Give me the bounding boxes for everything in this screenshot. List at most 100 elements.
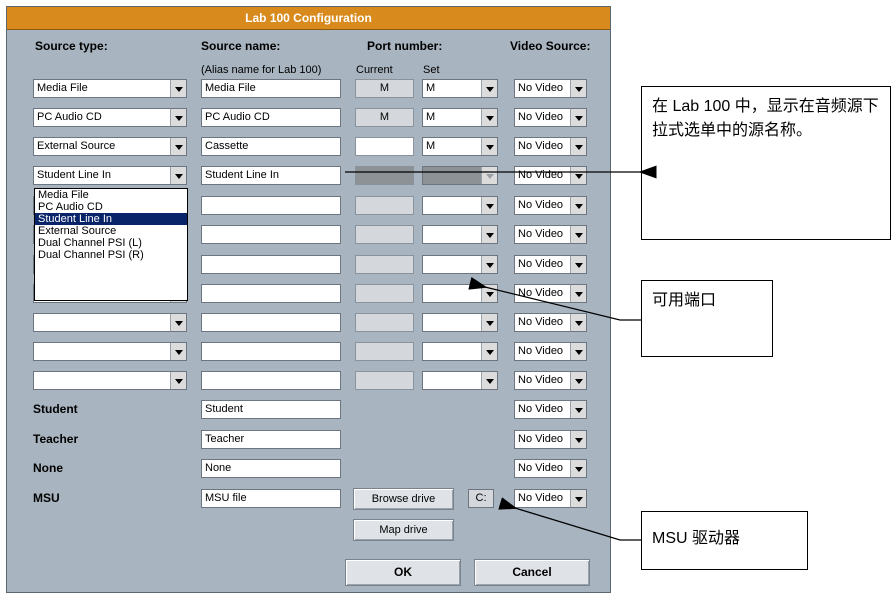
video-source-select[interactable]: No Video — [514, 108, 587, 127]
source-type-dropdown-list[interactable]: Media File PC Audio CD Student Line In E… — [34, 188, 188, 301]
ok-button[interactable]: OK — [345, 559, 461, 586]
map-drive-button[interactable]: Map drive — [353, 519, 454, 541]
source-name-input[interactable]: Cassette — [201, 137, 341, 156]
source-type-select[interactable]: Media File — [33, 79, 187, 98]
source-name-input[interactable]: Media File — [201, 79, 341, 98]
source-name-input[interactable] — [201, 255, 341, 274]
dropdown-option[interactable]: PC Audio CD — [35, 201, 187, 213]
port-set-select[interactable] — [422, 342, 498, 361]
video-source-select[interactable]: No Video — [514, 371, 587, 390]
video-source-select[interactable]: No Video — [514, 284, 587, 303]
chevron-down-icon[interactable] — [481, 109, 497, 126]
source-type-select[interactable]: External Source — [33, 137, 187, 156]
port-set-select[interactable] — [422, 166, 498, 185]
video-source-select[interactable]: No Video — [514, 313, 587, 332]
chevron-down-icon[interactable] — [570, 197, 586, 214]
source-type-select[interactable] — [33, 342, 187, 361]
video-source-value: No Video — [518, 228, 564, 240]
browse-drive-button[interactable]: Browse drive — [353, 488, 454, 510]
chevron-down-icon[interactable] — [481, 343, 497, 360]
port-set-select[interactable] — [422, 196, 498, 215]
dropdown-option-selected[interactable]: Student Line In — [35, 213, 187, 225]
source-name-input[interactable] — [201, 196, 341, 215]
dropdown-option[interactable]: Dual Channel PSI (R) — [35, 249, 187, 261]
chevron-down-icon[interactable] — [170, 80, 186, 97]
dropdown-option[interactable]: External Source — [35, 225, 187, 237]
video-source-select[interactable]: No Video — [514, 255, 587, 274]
chevron-down-icon[interactable] — [170, 138, 186, 155]
chevron-down-icon[interactable] — [570, 401, 586, 418]
chevron-down-icon[interactable] — [481, 372, 497, 389]
student-video-select[interactable]: No Video — [514, 400, 587, 419]
video-source-value: No Video — [518, 433, 564, 445]
source-type-select[interactable]: Student Line In — [33, 166, 187, 185]
chevron-down-icon[interactable] — [481, 197, 497, 214]
chevron-down-icon[interactable] — [481, 138, 497, 155]
teacher-video-select[interactable]: No Video — [514, 430, 587, 449]
chevron-down-icon[interactable] — [170, 343, 186, 360]
source-name-input[interactable] — [201, 313, 341, 332]
chevron-down-icon[interactable] — [570, 460, 586, 477]
teacher-name-input[interactable]: Teacher — [201, 430, 341, 449]
chevron-down-icon[interactable] — [570, 109, 586, 126]
chevron-down-icon[interactable] — [570, 138, 586, 155]
chevron-down-icon[interactable] — [570, 285, 586, 302]
port-set-select[interactable] — [422, 313, 498, 332]
port-set-select[interactable]: M — [422, 79, 498, 98]
chevron-down-icon[interactable] — [570, 256, 586, 273]
chevron-down-icon[interactable] — [570, 431, 586, 448]
port-set-select[interactable] — [422, 255, 498, 274]
chevron-down-icon[interactable] — [570, 167, 586, 184]
video-source-value: No Video — [518, 258, 564, 270]
source-name-input[interactable] — [201, 371, 341, 390]
chevron-down-icon[interactable] — [570, 226, 586, 243]
row-label-teacher: Teacher — [33, 432, 79, 446]
chevron-down-icon[interactable] — [570, 80, 586, 97]
source-type-select[interactable] — [33, 313, 187, 332]
chevron-down-icon[interactable] — [481, 256, 497, 273]
none-name-input[interactable]: None — [201, 459, 341, 478]
port-set-select[interactable] — [422, 225, 498, 244]
video-source-select[interactable]: No Video — [514, 166, 587, 185]
port-set-select[interactable]: M — [422, 137, 498, 156]
dropdown-option[interactable]: Dual Channel PSI (L) — [35, 237, 187, 249]
source-name-input[interactable] — [201, 225, 341, 244]
port-current — [355, 166, 414, 185]
video-source-select[interactable]: No Video — [514, 137, 587, 156]
chevron-down-icon[interactable] — [170, 109, 186, 126]
chevron-down-icon[interactable] — [570, 372, 586, 389]
video-source-select[interactable]: No Video — [514, 79, 587, 98]
video-source-select[interactable]: No Video — [514, 225, 587, 244]
port-set-select[interactable] — [422, 284, 498, 303]
chevron-down-icon[interactable] — [570, 314, 586, 331]
video-source-select[interactable]: No Video — [514, 342, 587, 361]
none-video-select[interactable]: No Video — [514, 459, 587, 478]
chevron-down-icon[interactable] — [570, 490, 586, 507]
port-set-select[interactable] — [422, 371, 498, 390]
source-name-input[interactable] — [201, 342, 341, 361]
chevron-down-icon[interactable] — [481, 80, 497, 97]
port-current — [355, 137, 414, 156]
source-name-input[interactable]: PC Audio CD — [201, 108, 341, 127]
chevron-down-icon[interactable] — [481, 285, 497, 302]
msu-video-select[interactable]: No Video — [514, 489, 587, 508]
msu-name-input[interactable]: MSU file — [201, 489, 341, 508]
chevron-down-icon[interactable] — [170, 167, 186, 184]
port-current — [355, 313, 414, 332]
chevron-down-icon[interactable] — [570, 343, 586, 360]
source-type-select[interactable]: PC Audio CD — [33, 108, 187, 127]
cancel-button[interactable]: Cancel — [474, 559, 590, 586]
chevron-down-icon[interactable] — [170, 314, 186, 331]
chevron-down-icon[interactable] — [481, 226, 497, 243]
callout-source-name: 在 Lab 100 中，显示在音频源下拉式选单中的源名称。 — [641, 86, 891, 240]
chevron-down-icon[interactable] — [481, 314, 497, 331]
dropdown-option[interactable]: Media File — [35, 189, 187, 201]
chevron-down-icon[interactable] — [481, 167, 497, 184]
port-set-select[interactable]: M — [422, 108, 498, 127]
student-name-input[interactable]: Student — [201, 400, 341, 419]
source-name-input[interactable] — [201, 284, 341, 303]
source-type-select[interactable] — [33, 371, 187, 390]
chevron-down-icon[interactable] — [170, 372, 186, 389]
video-source-select[interactable]: No Video — [514, 196, 587, 215]
source-name-input[interactable]: Student Line In — [201, 166, 341, 185]
